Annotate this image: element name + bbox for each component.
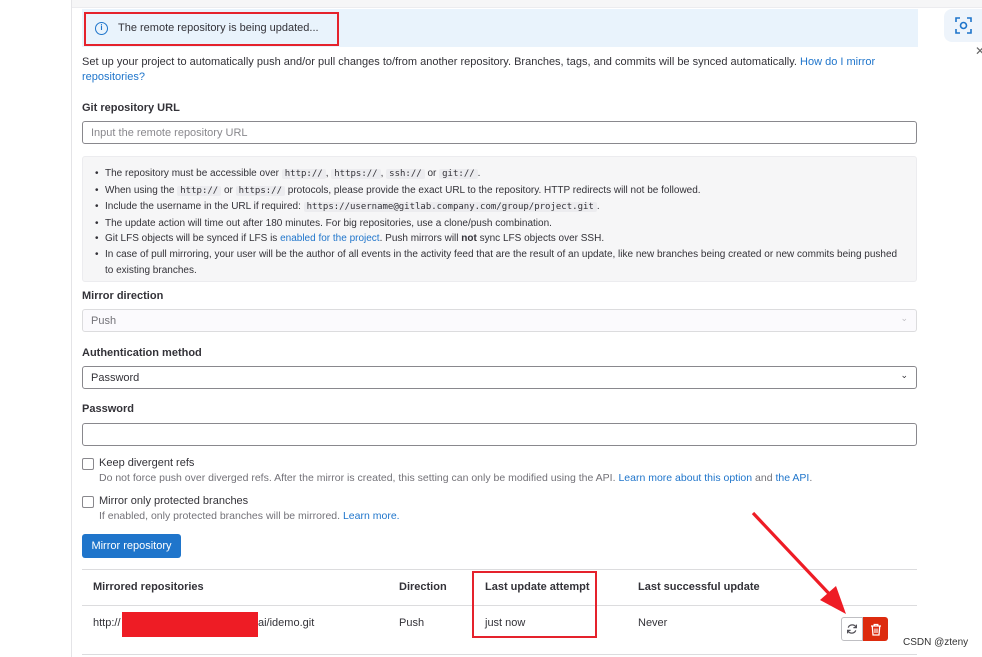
mirror-direction-select: Push ⌄ [82,309,917,332]
mirror-direction-value: Push [91,314,117,327]
help-item: When using the http:// or https:// proto… [95,183,906,200]
help-item: In case of pull mirroring, your user wil… [95,247,906,278]
lfs-settings-link[interactable]: enabled for the project [280,233,380,244]
chevron-down-icon: ⌄ [900,313,908,323]
redaction-bar [122,612,258,637]
mirror-url-suffix: ai/idemo.git [258,617,315,629]
left-gutter [0,0,72,657]
learn-more-option-link[interactable]: Learn more about this option [618,472,752,484]
screenshot-icon[interactable] [944,9,982,42]
annotation-box-last-update [472,571,597,638]
header-last-successful-update: Last successful update [638,581,760,593]
mirror-url-prefix: http:// [93,617,121,629]
learn-more-link[interactable]: Learn more. [343,510,400,522]
help-item: The update action will time out after 18… [95,216,906,232]
password-label: Password [82,403,134,415]
auth-method-select[interactable]: Password ⌄ [82,366,917,389]
table-divider [82,569,917,570]
retry-icon [847,624,857,634]
mirror-direction-label: Mirror direction [82,290,164,302]
watermark: CSDN @zteny [903,637,969,648]
intro-text: Set up your project to automatically pus… [82,56,876,83]
auth-method-value: Password [91,371,140,384]
annotation-box-alert [84,12,339,46]
trash-icon [870,623,881,636]
mirror-direction-cell: Push [399,617,425,629]
chevron-down-icon: ⌄ [900,370,908,380]
top-strip [72,0,982,8]
mirror-repository-button[interactable]: Mirror repository [82,534,181,558]
help-box: The repository must be accessible over h… [82,156,917,282]
delete-mirror-button[interactable] [863,617,888,641]
table-divider [82,654,917,655]
protected-only-label: Mirror only protected branches [99,495,249,507]
keep-divergent-label: Keep divergent refs [99,457,195,469]
last-success-cell: Never [638,617,668,629]
header-mirrored-repositories: Mirrored repositories [93,581,204,593]
help-item: Git LFS objects will be synced if LFS is… [95,231,906,247]
keep-divergent-option[interactable]: Keep divergent refs Do not force push ov… [82,457,812,484]
header-direction: Direction [399,581,447,593]
api-link[interactable]: the API [775,472,809,484]
protected-only-help: If enabled, only protected branches will… [99,510,400,522]
keep-divergent-help: Do not force push over diverged refs. Af… [99,472,813,484]
keep-divergent-checkbox[interactable] [82,458,94,470]
help-item: Include the username in the URL if requi… [95,199,906,216]
protected-only-option[interactable]: Mirror only protected branches If enable… [82,495,400,522]
close-icon[interactable]: ✕ [975,44,982,58]
update-now-button[interactable] [841,617,863,641]
git-url-label: Git repository URL [82,102,180,114]
auth-method-label: Authentication method [82,347,202,359]
help-item: The repository must be accessible over h… [95,166,906,183]
protected-only-checkbox[interactable] [82,496,94,508]
git-url-placeholder: Input the remote repository URL [91,126,248,139]
git-url-input[interactable]: Input the remote repository URL [82,121,917,144]
password-input[interactable] [82,423,917,446]
